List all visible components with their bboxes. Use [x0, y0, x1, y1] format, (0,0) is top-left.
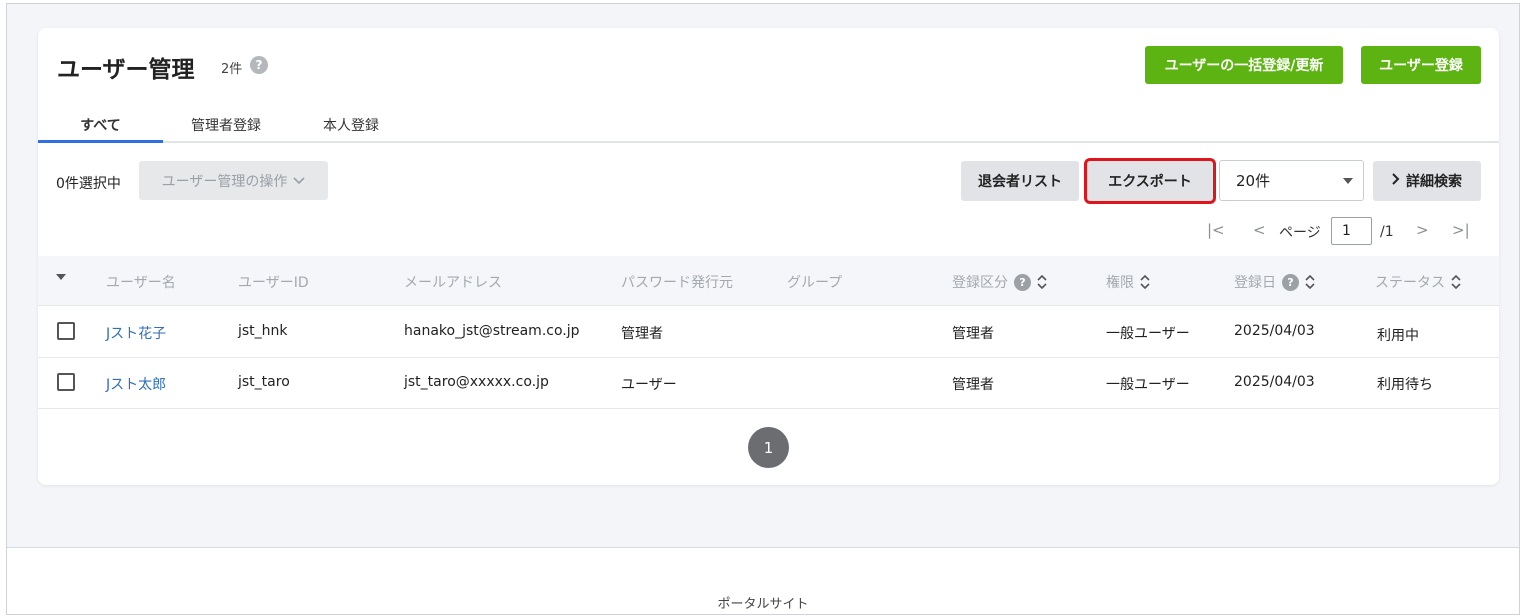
registration-type-cell: 管理者	[952, 377, 994, 393]
header-status-label: ステータス	[1375, 275, 1445, 291]
header-permission-label: 権限	[1106, 275, 1134, 291]
total-pages: /1	[1380, 224, 1394, 240]
registered-date-cell: 2025/04/03	[1234, 374, 1315, 390]
chevron-right-icon	[1392, 173, 1400, 189]
page-title: ユーザー管理	[57, 57, 195, 83]
page-label: ページ	[1279, 225, 1321, 241]
table-row: Jスト花子 jst_hnk hanako_jst@stream.co.jp 管理…	[38, 307, 1499, 358]
page-size-select[interactable]: 20件	[1219, 160, 1364, 201]
user-operations-dropdown[interactable]: ユーザー管理の操作	[139, 161, 328, 200]
caret-down-icon	[1343, 178, 1353, 184]
detail-search-button[interactable]: 詳細検索	[1373, 161, 1481, 201]
bulk-register-update-button[interactable]: ユーザーの一括登録/更新	[1145, 46, 1343, 84]
header-registration-type-label: 登録区分	[952, 275, 1008, 291]
export-button[interactable]: エクスポート	[1084, 158, 1216, 204]
header-status[interactable]: ステータス	[1375, 272, 1461, 292]
footer: ポータルサイト	[7, 547, 1519, 614]
row-checkbox[interactable]	[57, 373, 75, 391]
selected-count: 0件選択中	[56, 176, 121, 192]
question-circle-icon[interactable]: ?	[250, 56, 268, 74]
registration-type-cell: 管理者	[952, 326, 994, 342]
header-email: メールアドレス	[404, 275, 502, 291]
user-management-card: ユーザー管理 2件 ? ユーザーの一括登録/更新 ユーザー登録 すべて 管理者登…	[38, 28, 1499, 485]
row-checkbox[interactable]	[57, 322, 75, 340]
tab-bar: すべて 管理者登録 本人登録	[38, 114, 1499, 143]
prev-page-icon[interactable]: <	[1253, 221, 1266, 239]
header-registered-date-label: 登録日	[1234, 275, 1276, 291]
header-username: ユーザー名	[106, 275, 176, 291]
password-issuer-cell: ユーザー	[621, 377, 677, 393]
status-cell: 利用待ち	[1377, 377, 1433, 393]
header-group: グループ	[787, 275, 843, 291]
user-id-cell: jst_hnk	[238, 323, 288, 339]
permission-cell: 一般ユーザー	[1106, 377, 1190, 393]
status-cell: 利用中	[1377, 328, 1419, 344]
header-user-id: ユーザーID	[238, 275, 309, 291]
header-password-issuer: パスワード発行元	[621, 275, 733, 291]
last-page-icon[interactable]: >|	[1452, 221, 1470, 239]
register-user-button[interactable]: ユーザー登録	[1361, 46, 1481, 84]
detail-search-label: 詳細検索	[1406, 174, 1462, 190]
table-header: ユーザー名 ユーザーID メールアドレス パスワード発行元 グループ 登録区分 …	[38, 256, 1499, 306]
username-link[interactable]: Jスト花子	[106, 323, 166, 343]
header-permission[interactable]: 権限	[1106, 272, 1150, 292]
withdrawn-list-button[interactable]: 退会者リスト	[961, 161, 1079, 201]
chevron-down-icon	[293, 173, 305, 189]
first-page-icon[interactable]: |<	[1207, 221, 1225, 239]
user-id-cell: jst_taro	[238, 374, 290, 390]
select-all-caret-icon[interactable]	[56, 274, 66, 280]
password-issuer-cell: 管理者	[621, 326, 663, 342]
operations-label: ユーザー管理の操作	[161, 173, 288, 190]
table-row: Jスト太郎 jst_taro jst_taro@xxxxx.co.jp ユーザー…	[38, 358, 1499, 409]
tab-all[interactable]: すべて	[38, 114, 163, 143]
next-page-icon[interactable]: >	[1416, 221, 1429, 239]
question-circle-icon[interactable]: ?	[1282, 273, 1299, 291]
username-link[interactable]: Jスト太郎	[106, 374, 166, 394]
question-circle-icon[interactable]: ?	[1014, 273, 1031, 291]
sort-icon[interactable]	[1305, 274, 1315, 290]
page-size-value: 20件	[1236, 172, 1271, 190]
sort-icon[interactable]	[1140, 274, 1150, 290]
email-cell: hanako_jst@stream.co.jp	[404, 323, 580, 339]
tab-admin-registration[interactable]: 管理者登録	[176, 114, 276, 143]
portal-site-link[interactable]: ポータルサイト	[7, 593, 1519, 612]
registered-date-cell: 2025/04/03	[1234, 323, 1315, 339]
tab-self-registration[interactable]: 本人登録	[306, 114, 396, 143]
sort-icon[interactable]	[1451, 274, 1461, 290]
permission-cell: 一般ユーザー	[1106, 326, 1190, 342]
sort-icon[interactable]	[1037, 274, 1047, 290]
email-cell: jst_taro@xxxxx.co.jp	[404, 374, 549, 390]
user-count: 2件	[221, 62, 243, 77]
header-registration-type[interactable]: 登録区分 ?	[952, 272, 1047, 292]
page-number-input[interactable]: 1	[1331, 217, 1372, 245]
page-number-button[interactable]: 1	[748, 427, 789, 468]
header-registered-date[interactable]: 登録日 ?	[1234, 272, 1315, 292]
